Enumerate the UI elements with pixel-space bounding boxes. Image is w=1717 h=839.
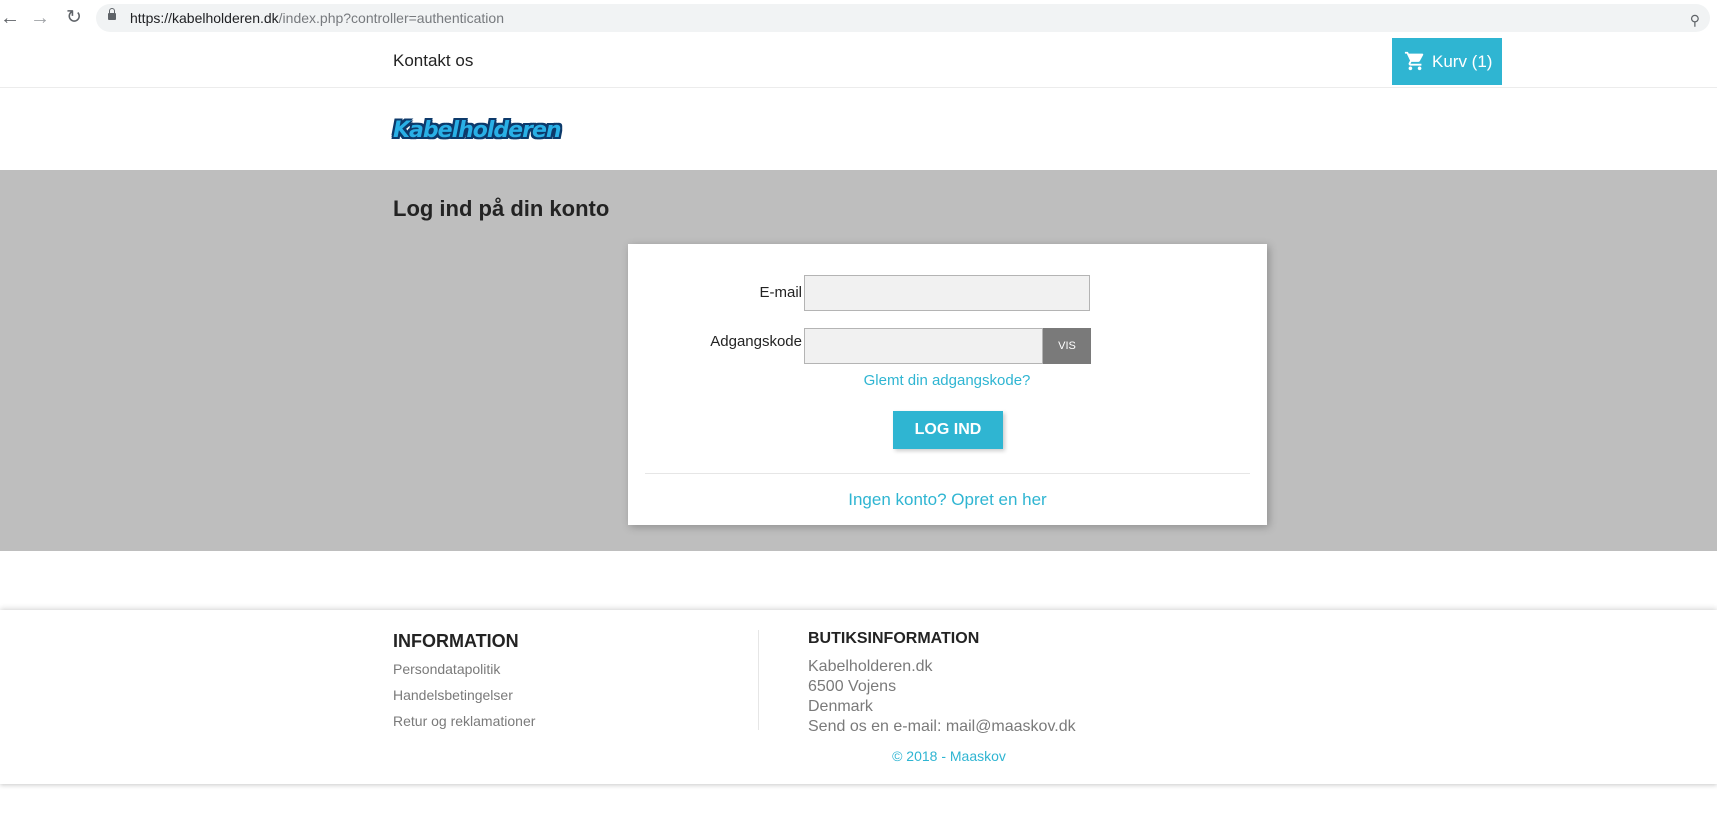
url-text: https://kabelholderen.dk/index.php?contr… — [130, 10, 504, 26]
forgot-password-link[interactable]: Glemt din adgangskode? — [804, 372, 1090, 389]
email-label: E-mail — [759, 284, 802, 301]
information-heading: INFORMATION — [393, 631, 519, 651]
copyright-text[interactable]: © 2018 - Maaskov — [0, 748, 1717, 764]
site-header: Kabelholderen — [0, 88, 1717, 170]
store-name: Kabelholderen.dk — [808, 658, 933, 675]
password-label: Adgangskode — [710, 333, 802, 350]
footer: INFORMATION Persondatapolitik Handelsbet… — [0, 610, 1717, 784]
reload-icon[interactable]: ↻ — [62, 6, 86, 30]
login-form: E-mail Adgangskode VIS Glemt din adgangs… — [628, 244, 1267, 525]
footer-link-privacy[interactable]: Persondatapolitik — [393, 661, 500, 677]
forward-arrow-icon[interactable]: → — [28, 6, 52, 30]
password-input[interactable] — [804, 328, 1043, 364]
show-password-button[interactable]: VIS — [1043, 328, 1091, 364]
site-logo[interactable]: Kabelholderen — [393, 118, 562, 143]
store-info-heading: BUTIKSINFORMATION — [808, 630, 980, 647]
shopping-cart-icon — [1404, 51, 1424, 71]
back-arrow-icon[interactable]: ← — [0, 6, 22, 30]
footer-divider — [758, 630, 759, 730]
lock-icon — [108, 8, 116, 20]
key-icon[interactable]: ⚲ — [1690, 12, 1700, 29]
url-host: https://kabelholderen.dk — [130, 10, 279, 26]
footer-link-terms[interactable]: Handelsbetingelser — [393, 687, 513, 703]
top-nav: Kontakt os Kurv (1) — [0, 37, 1717, 88]
login-button[interactable]: LOG IND — [893, 411, 1003, 449]
divider — [645, 473, 1250, 474]
create-account-link[interactable]: Ingen konto? Opret en her — [628, 490, 1267, 510]
email-input[interactable] — [804, 275, 1090, 311]
url-path: /index.php?controller=authentication — [278, 10, 504, 26]
page-title: Log ind på din konto — [393, 196, 610, 221]
address-bar[interactable]: https://kabelholderen.dk/index.php?contr… — [96, 4, 1710, 32]
contact-link[interactable]: Kontakt os — [393, 51, 473, 71]
browser-toolbar: ← → ↻ https://kabelholderen.dk/index.php… — [0, 0, 1717, 38]
cart-button[interactable]: Kurv (1) — [1392, 38, 1502, 85]
footer-link-returns[interactable]: Retur og reklamationer — [393, 713, 535, 729]
cart-label: Kurv (1) — [1432, 52, 1493, 71]
store-email[interactable]: Send os en e-mail: mail@maaskov.dk — [808, 718, 1076, 736]
store-country: Denmark — [808, 698, 873, 715]
main-content: Log ind på din konto E-mail Adgangskode … — [0, 170, 1717, 551]
store-city: 6500 Vojens — [808, 678, 897, 695]
